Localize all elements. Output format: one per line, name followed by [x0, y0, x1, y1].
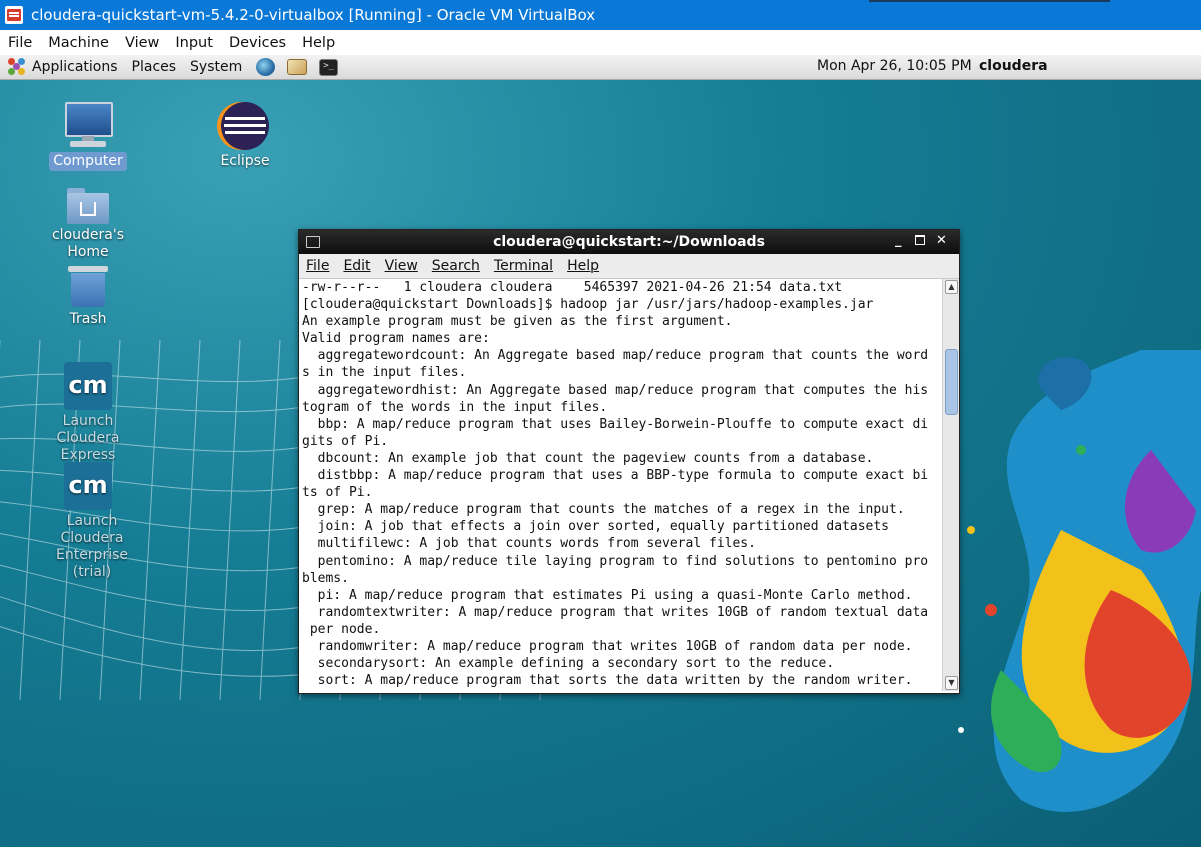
terminal-output[interactable]: -rw-r--r-- 1 cloudera cloudera 5465397 2…	[299, 279, 940, 691]
panel-clock[interactable]: Mon Apr 26, 10:05 PM	[817, 58, 972, 74]
desktop-icon-label: Computer	[49, 152, 127, 171]
desktop-icon-trash[interactable]: Trash	[33, 266, 143, 329]
terminal-menu-help[interactable]: Help	[560, 258, 606, 274]
close-icon[interactable]: ✕	[936, 233, 947, 248]
scroll-down-icon[interactable]: ▼	[945, 676, 958, 690]
terminal-line: secondarysort: An example defining a sec…	[302, 656, 835, 672]
maximize-icon[interactable]	[915, 234, 925, 249]
terminal-line: aggregatewordcount: An Aggregate based m…	[302, 348, 929, 364]
panel-menu-system[interactable]: System	[190, 59, 242, 75]
terminal-line: randomtextwriter: A map/reduce program t…	[302, 604, 929, 620]
terminal-menu-edit[interactable]: Edit	[336, 258, 377, 274]
terminal-menu-terminal[interactable]: Terminal	[487, 258, 560, 274]
terminal-line: ts of Pi.	[302, 485, 373, 501]
browser-icon[interactable]	[256, 58, 276, 76]
virtualbox-icon	[5, 6, 23, 24]
desktop-icon-label: Launch Cloudera Express	[56, 413, 120, 463]
terminal-line: -rw-r--r-- 1 cloudera cloudera 5465397 2…	[302, 280, 843, 295]
desktop-icon-computer[interactable]: Computer	[33, 100, 143, 171]
host-menu-input[interactable]: Input	[167, 35, 221, 51]
host-menu-view[interactable]: View	[117, 35, 167, 51]
applications-icon	[8, 58, 26, 76]
terminal-menubar: File Edit View Search Terminal Help	[299, 254, 959, 279]
terminal-line: per node.	[302, 621, 381, 637]
mail-icon[interactable]	[287, 59, 308, 75]
terminal-line: pi: A map/reduce program that estimates …	[302, 587, 913, 603]
terminal-line: sort: A map/reduce program that sorts th…	[302, 673, 913, 689]
terminal-line: togram of the words in the input files.	[302, 399, 608, 415]
terminal-menu-file[interactable]: File	[299, 258, 336, 274]
titlebar-decoration	[869, 0, 1110, 2]
desktop-icon-home[interactable]: cloudera's Home	[33, 186, 143, 262]
host-window-title: cloudera-quickstart-vm-5.4.2-0-virtualbo…	[31, 6, 596, 24]
terminal-title: cloudera@quickstart:~/Downloads	[493, 234, 765, 250]
host-menu-file[interactable]: File	[0, 35, 40, 51]
terminal-line: randomwriter: A map/reduce program that …	[302, 638, 913, 654]
desktop-icon-label: Trash	[69, 311, 107, 327]
top-panel: Applications Places System >_ Mon Apr 26…	[0, 55, 1201, 80]
desktop-icon-label: Launch Cloudera Enterprise (trial)	[55, 513, 129, 580]
cloudera-manager-icon: cm	[64, 362, 112, 410]
desktop-icon-cloudera-express[interactable]: cm Launch Cloudera Express	[33, 362, 143, 465]
host-menubar: File Machine View Input Devices Help	[0, 30, 1201, 55]
paint-splash-decoration	[958, 350, 1201, 812]
terminal-line: s in the input files.	[302, 365, 467, 381]
host-window-titlebar: cloudera-quickstart-vm-5.4.2-0-virtualbo…	[0, 0, 1201, 30]
terminal-scrollbar[interactable]: ▲ ▼	[942, 279, 959, 691]
terminal-line: pentomino: A map/reduce tile laying prog…	[302, 553, 929, 569]
terminal-line: dbcount: An example job that count the p…	[302, 450, 874, 466]
terminal-line: bbp: A map/reduce program that uses Bail…	[302, 416, 929, 432]
desktop-icon-label: cloudera's Home	[51, 227, 124, 260]
terminal-line: grep: A map/reduce program that counts t…	[302, 502, 905, 518]
terminal-line: distbbp: A map/reduce program that uses …	[302, 468, 929, 484]
terminal-line: multifilewc: A job that counts words fro…	[302, 536, 756, 552]
terminal-titlebar[interactable]: cloudera@quickstart:~/Downloads _ ✕	[299, 230, 959, 254]
trash-icon	[68, 266, 108, 308]
terminal-window-icon	[306, 236, 320, 248]
minimize-icon[interactable]: _	[895, 233, 902, 248]
host-menu-help[interactable]: Help	[294, 35, 343, 51]
terminal-line: An example program must be given as the …	[302, 314, 733, 330]
desktop-icon-label: Eclipse	[220, 153, 270, 169]
computer-icon	[64, 100, 113, 150]
terminal-line: aggregatewordhist: An Aggregate based ma…	[302, 382, 929, 398]
desktop-icon-eclipse[interactable]: Eclipse	[190, 102, 300, 171]
terminal-line: blems.	[302, 570, 349, 586]
panel-menu-applications[interactable]: Applications	[32, 59, 118, 75]
terminal-icon[interactable]: >_	[319, 58, 339, 76]
desktop-icon-cloudera-enterprise[interactable]: cm Launch Cloudera Enterprise (trial)	[33, 462, 143, 582]
terminal-menu-view[interactable]: View	[378, 258, 425, 274]
scroll-up-icon[interactable]: ▲	[945, 280, 958, 294]
panel-menu-places[interactable]: Places	[132, 59, 177, 75]
panel-user[interactable]: cloudera	[979, 58, 1048, 74]
terminal-line: [cloudera@quickstart Downloads]$ hadoop …	[302, 297, 874, 313]
terminal-line: Valid program names are:	[302, 331, 490, 347]
terminal-window[interactable]: cloudera@quickstart:~/Downloads _ ✕ File…	[298, 229, 960, 694]
terminal-line: gits of Pi.	[302, 433, 389, 449]
terminal-menu-search[interactable]: Search	[425, 258, 487, 274]
scrollbar-thumb[interactable]	[945, 349, 958, 415]
host-menu-machine[interactable]: Machine	[40, 35, 117, 51]
terminal-line: join: A job that effects a join over sor…	[302, 519, 889, 535]
host-menu-devices[interactable]: Devices	[221, 35, 294, 51]
cloudera-manager-icon: cm	[64, 462, 112, 510]
eclipse-icon	[221, 102, 269, 150]
home-folder-icon	[67, 188, 109, 224]
